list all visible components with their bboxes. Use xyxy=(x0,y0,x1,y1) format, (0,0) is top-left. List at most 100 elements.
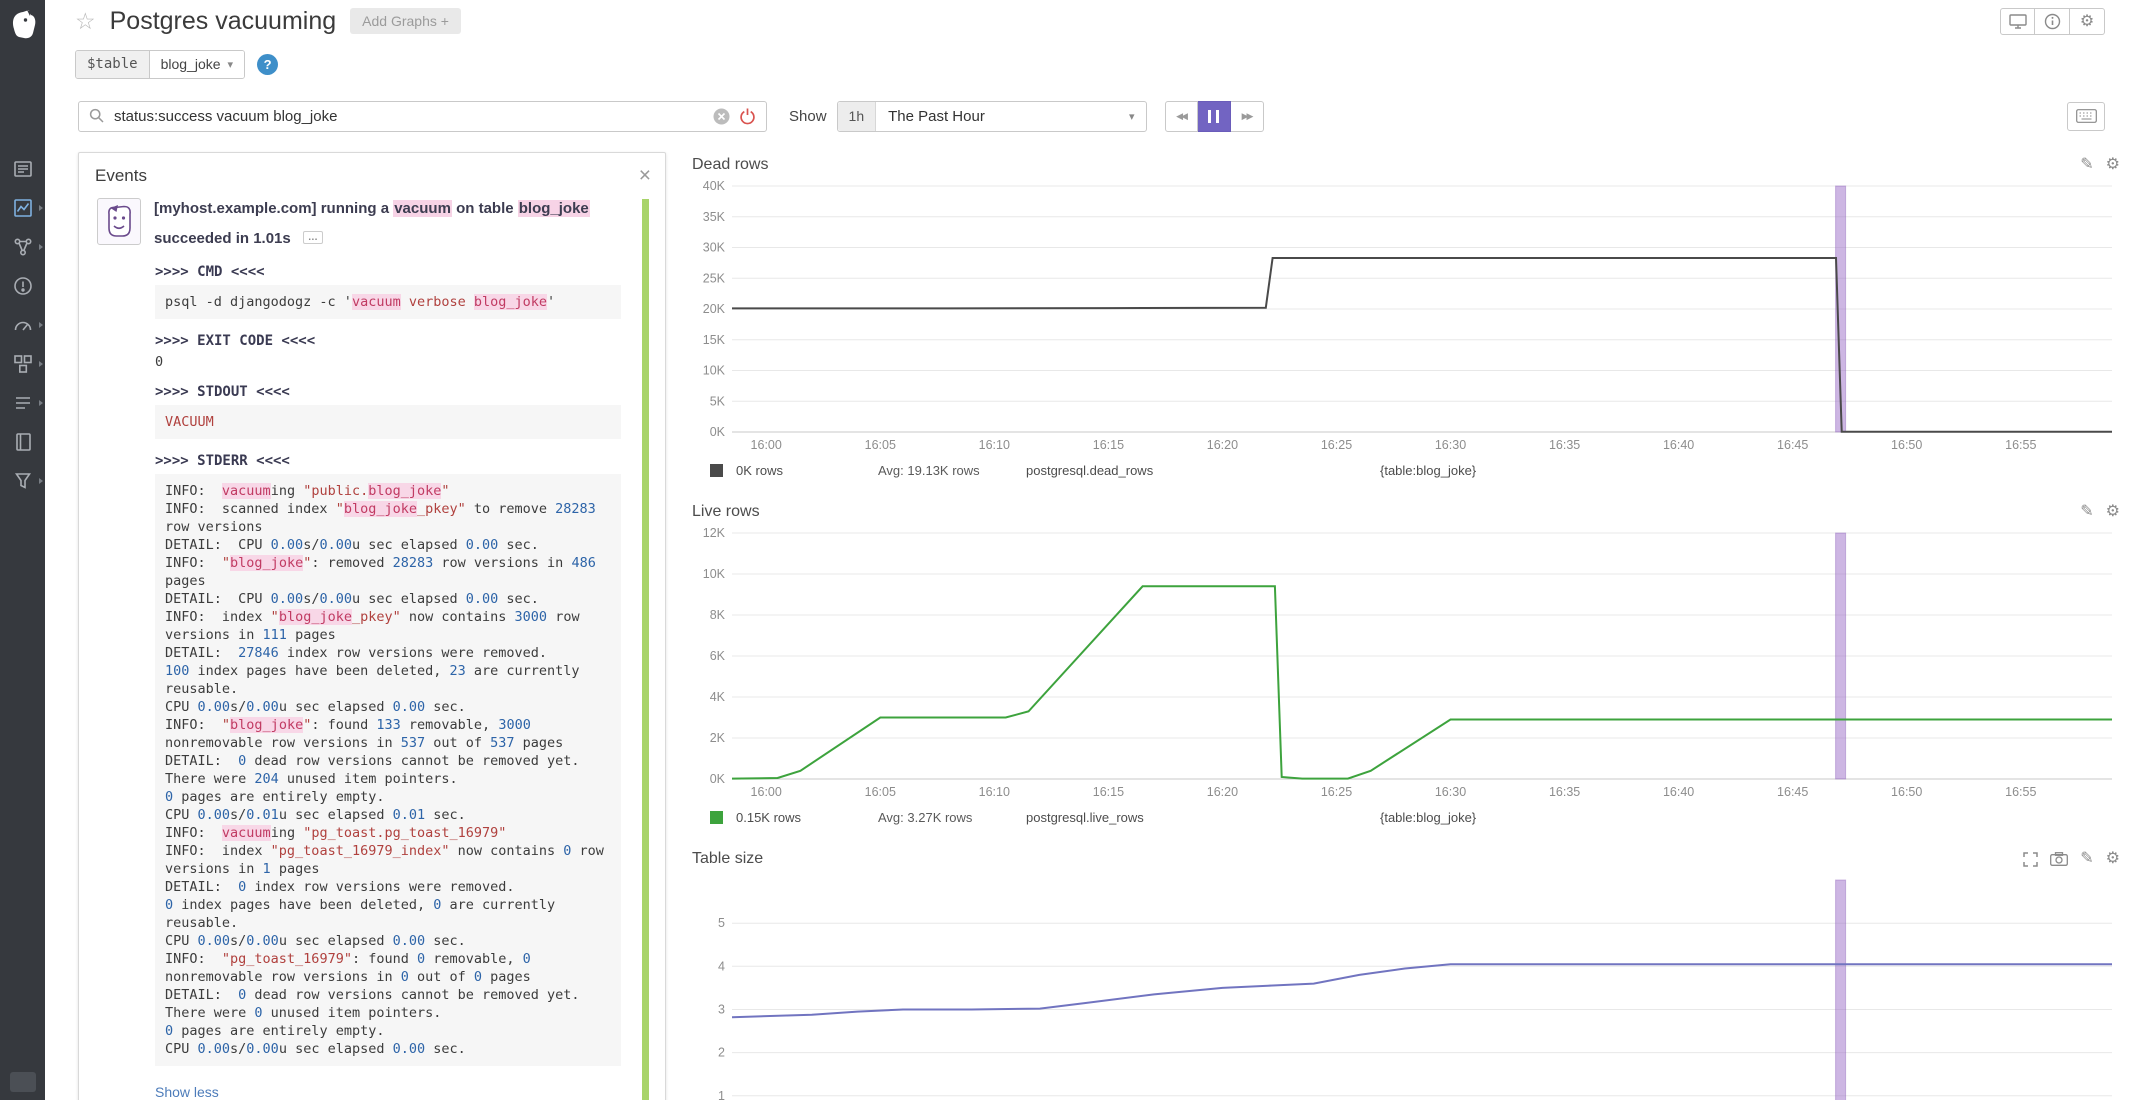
camera-icon xyxy=(2050,852,2068,866)
gear-icon: ⚙ xyxy=(2106,504,2120,520)
chevron-down-icon: ▾ xyxy=(228,58,234,71)
svg-text:16:15: 16:15 xyxy=(1093,438,1124,452)
flyout-caret-icon xyxy=(39,361,43,367)
chart-plot-table-size[interactable]: 1234516:0016:0516:1016:1516:2016:2516:30… xyxy=(692,874,2120,1100)
events-header: Events × xyxy=(79,153,665,194)
close-icon[interactable]: × xyxy=(639,165,651,186)
sidebar-item-infrastructure[interactable] xyxy=(12,236,34,258)
event-status-success-bar xyxy=(642,199,649,1100)
flyout-caret-icon xyxy=(39,478,43,484)
legend-metric-name: postgresql.live_rows xyxy=(1026,810,1380,825)
stdout-value: VACUUM xyxy=(165,414,214,430)
keyboard-shortcuts-button[interactable] xyxy=(2067,102,2105,131)
stderr-section-label: >>>> STDERR <<<< xyxy=(155,453,621,469)
live-search-power-icon[interactable] xyxy=(739,107,756,125)
legend-average: Avg: 19.13K rows xyxy=(878,463,1026,478)
time-range-label: The Past Hour xyxy=(876,108,1129,125)
svg-text:16:25: 16:25 xyxy=(1321,438,1352,452)
gear-button[interactable]: ⚙ xyxy=(2106,851,2120,867)
legend-swatch xyxy=(710,811,723,824)
content-area: Events × [myhost xyxy=(45,152,2136,1100)
svg-text:16:45: 16:45 xyxy=(1777,785,1808,799)
topbar-actions: ⚙ xyxy=(2000,8,2105,35)
svg-text:20K: 20K xyxy=(703,302,726,316)
favorite-star-icon[interactable]: ☆ xyxy=(75,10,96,33)
svg-text:16:55: 16:55 xyxy=(2005,785,2036,799)
cmd-segment: verbose xyxy=(401,294,474,310)
svg-text:16:05: 16:05 xyxy=(865,438,896,452)
chart-dead-rows: Dead rows✎⚙0K5K10K15K20K25K30K35K40K16:0… xyxy=(692,152,2120,481)
sidebar-nav xyxy=(12,158,34,492)
svg-text:16:05: 16:05 xyxy=(865,785,896,799)
settings-gear-button[interactable]: ⚙ xyxy=(2070,8,2105,35)
title-text: on table xyxy=(452,200,518,217)
keyboard-icon xyxy=(2076,109,2097,123)
sidebar-item-logs[interactable] xyxy=(12,470,34,492)
fast-forward-icon: ▶▶ xyxy=(1242,111,1252,122)
svg-text:16:25: 16:25 xyxy=(1321,785,1352,799)
gear-button[interactable]: ⚙ xyxy=(2106,157,2120,173)
svg-text:35K: 35K xyxy=(703,210,726,224)
stderr-code-block: INFO: vacuuming "public.blog_joke" INFO:… xyxy=(155,474,621,1066)
svg-text:16:30: 16:30 xyxy=(1435,438,1466,452)
event-head: [myhost.example.com] running a vacuum on… xyxy=(97,198,621,250)
show-less-link[interactable]: Show less xyxy=(155,1084,621,1100)
tv-mode-button[interactable] xyxy=(2000,8,2035,35)
rewind-button[interactable]: ◀◀ xyxy=(1165,101,1198,132)
sidebar-item-monitors[interactable] xyxy=(12,275,34,297)
sidebar xyxy=(0,0,45,1100)
expand-button[interactable] xyxy=(2023,852,2038,867)
forward-button[interactable]: ▶▶ xyxy=(1231,101,1264,132)
pencil-icon: ✎ xyxy=(2080,157,2093,173)
datadog-logo-icon[interactable] xyxy=(0,0,45,46)
chart-actions: ✎⚙ xyxy=(2080,504,2120,520)
chart-title: Dead rows xyxy=(692,156,768,174)
flyout-caret-icon xyxy=(39,322,43,328)
add-graphs-button[interactable]: Add Graphs + xyxy=(350,8,461,34)
chart-header-table-size: Table size✎⚙ xyxy=(692,846,2120,872)
event-title-block: [myhost.example.com] running a vacuum on… xyxy=(154,198,590,250)
template-variable-name: $table xyxy=(76,51,150,78)
sidebar-item-metrics[interactable] xyxy=(12,314,34,336)
stdout-section-label: >>>> STDOUT <<<< xyxy=(155,384,621,400)
event-duration: succeeded in 1.01s xyxy=(154,230,291,247)
help-button[interactable]: ? xyxy=(257,54,278,75)
cmd-segment: ' xyxy=(547,294,555,310)
legend-metric-name: postgresql.dead_rows xyxy=(1026,463,1380,478)
event-title[interactable]: [myhost.example.com] running a vacuum on… xyxy=(154,198,590,221)
legend-scope: {table:blog_joke} xyxy=(1380,810,1476,825)
sidebar-item-integrations[interactable] xyxy=(12,353,34,375)
sidebar-item-dashboards[interactable] xyxy=(12,197,34,219)
search-input[interactable] xyxy=(114,108,704,125)
svg-text:25K: 25K xyxy=(703,271,726,285)
info-button[interactable] xyxy=(2035,8,2070,35)
camera-button[interactable] xyxy=(2050,852,2068,866)
sidebar-item-events[interactable] xyxy=(12,158,34,180)
chart-actions: ✎⚙ xyxy=(2080,157,2120,173)
playback-controls: ◀◀ ▶▶ xyxy=(1165,101,1264,132)
sidebar-user-menu[interactable] xyxy=(10,1072,36,1092)
cmd-segment: psql -d djangodogz -c ' xyxy=(165,294,352,310)
chart-plot-live-rows[interactable]: 0K2K4K6K8K10K12K16:0016:0516:1016:1516:2… xyxy=(692,527,2120,805)
pencil-button[interactable]: ✎ xyxy=(2080,504,2093,520)
event-subtitle: succeeded in 1.01s … xyxy=(154,228,590,251)
pencil-button[interactable]: ✎ xyxy=(2080,157,2093,173)
flyout-caret-icon xyxy=(39,400,43,406)
events-panel: Events × [myhost xyxy=(78,152,666,1100)
template-variable-select[interactable]: blog_joke ▾ xyxy=(150,51,244,78)
pencil-button[interactable]: ✎ xyxy=(2080,851,2093,867)
event-search-box xyxy=(78,101,767,132)
event-footer: Show less Thu Jan 18 2018 16:47:02 GMT-0… xyxy=(155,1084,621,1100)
time-range-select[interactable]: 1h The Past Hour ▾ xyxy=(837,101,1147,132)
gear-button[interactable]: ⚙ xyxy=(2106,504,2120,520)
sidebar-item-notebooks[interactable] xyxy=(12,431,34,453)
svg-text:16:10: 16:10 xyxy=(979,785,1010,799)
clear-search-icon[interactable] xyxy=(713,108,730,125)
chart-legend-dead-rows: 0K rowsAvg: 19.13K rowspostgresql.dead_r… xyxy=(692,459,2120,481)
pause-button[interactable] xyxy=(1198,101,1231,132)
pencil-icon: ✎ xyxy=(2080,504,2093,520)
chart-plot-dead-rows[interactable]: 0K5K10K15K20K25K30K35K40K16:0016:0516:10… xyxy=(692,180,2120,458)
expand-ellipsis-icon[interactable]: … xyxy=(303,231,323,244)
sidebar-item-apm[interactable] xyxy=(12,392,34,414)
svg-text:16:45: 16:45 xyxy=(1777,438,1808,452)
